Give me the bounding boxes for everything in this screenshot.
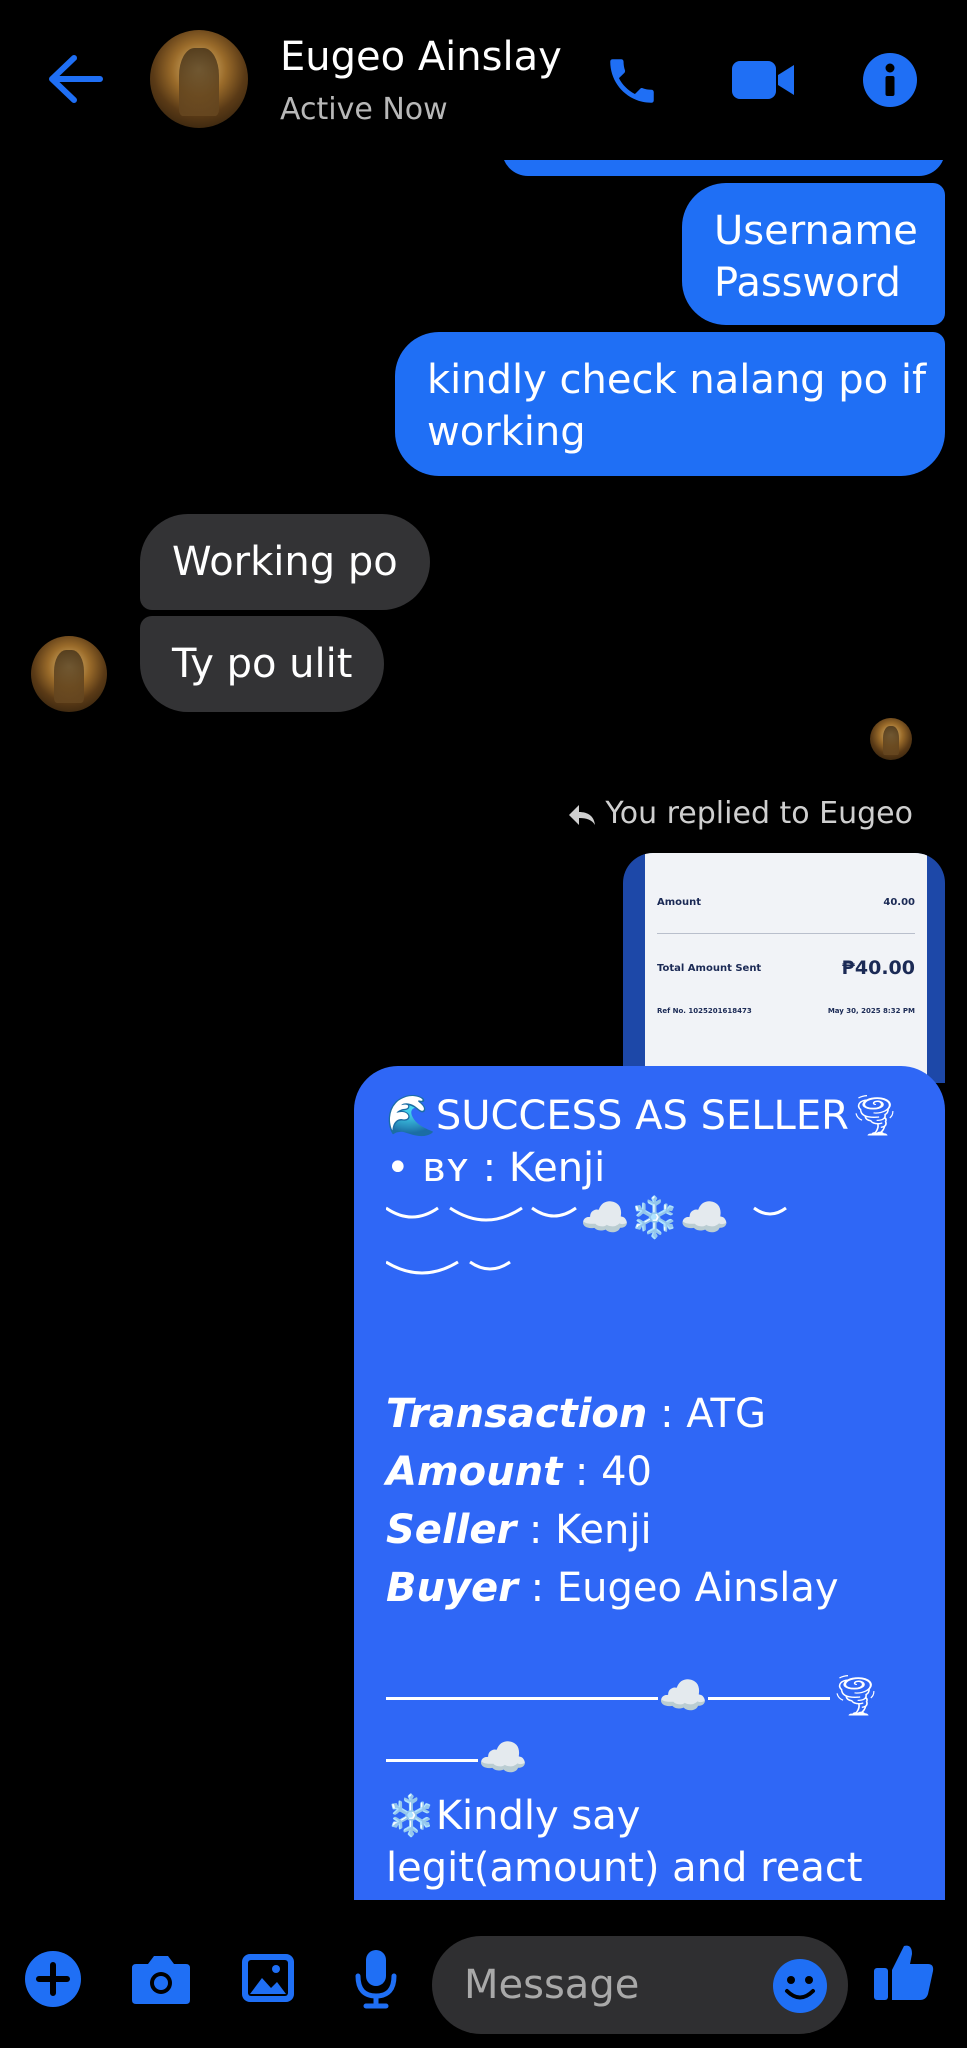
phone-icon [610,59,654,103]
message-text: Ty po ulit [172,641,353,687]
success-title-line: 🌊SUCCESS AS SELLER🌪 [386,1090,900,1142]
thumbs-up-icon [874,1945,934,2000]
message-text: Working po [172,539,398,585]
outgoing-message[interactable]: Username Password [682,183,945,325]
note-text-2: legit(amount) and react [386,1845,863,1891]
video-camera-icon [732,61,794,99]
transaction-label: Transaction [386,1391,648,1437]
message-composer: Message [0,1900,967,2048]
buyer-line: Buyer : Eugeo Ainslay [386,1562,839,1614]
buyer-label: Buyer [386,1565,518,1611]
info-icon [863,53,917,107]
buyer-value: : Eugeo Ainslay [517,1565,839,1611]
reply-indicator-text: You replied to Eugeo [605,796,913,831]
back-button[interactable] [44,52,106,106]
receipt-date: May 30, 2025 8:32 PM [827,1007,915,1015]
snowflake-emoji-icon: ❄️ [386,1793,436,1839]
seller-value: : Kenji [516,1507,652,1553]
receipt-amount-value: 40.00 [883,897,915,908]
video-call-button[interactable] [730,55,796,109]
incoming-message[interactable]: Ty po ulit [140,616,384,712]
active-status: Active Now [280,92,448,127]
message-line: working [427,409,586,455]
reply-indicator: You replied to Eugeo [567,796,913,831]
outgoing-message[interactable]: kindly check nalang po if working [395,332,945,476]
tornado-emoji-icon: 🌪 [848,1093,900,1139]
note-text-1: Kindly say [435,1793,641,1839]
by-line: • ʙʏ : Kenji [386,1142,605,1194]
by-value: Kenji [508,1145,606,1191]
receipt-ref: Ref No. 1025201618473 [657,1007,752,1015]
receipt-divider [657,933,915,934]
tornado-emoji-icon: 🌪 [829,1673,881,1719]
amount-label: Amount [386,1449,563,1495]
transaction-line: Transaction : ATG [386,1388,766,1440]
message-input[interactable]: Message [432,1936,848,2034]
message-placeholder: Message [464,1962,640,2008]
cloud-snow-decoration: ☁️❄️☁️ [580,1192,729,1244]
sender-avatar[interactable] [31,636,107,712]
gallery-button[interactable] [240,1952,296,2008]
divider-decoration-1: ☁️ 🌪 [386,1670,881,1722]
camera-icon [132,1956,190,2004]
incoming-message[interactable]: Working po [140,514,430,610]
success-title: SUCCESS AS SELLER [435,1093,849,1139]
amount-value: : 40 [562,1449,653,1495]
wave-emoji-icon: 🌊 [386,1093,436,1139]
outgoing-message-success-template[interactable]: 🌊SUCCESS AS SELLER🌪 • ʙʏ : Kenji ☁️❄️☁️ … [354,1066,945,1916]
snowflake-emoji-icon: ❄️ [629,1195,680,1241]
amount-line: Amount : 40 [386,1446,652,1498]
microphone-icon [355,1950,397,2009]
emoji-icon [773,1959,827,2013]
cloud-emoji-icon: ☁️ [679,1195,730,1241]
by-prefix: • ʙʏ : [386,1145,509,1191]
conversation-info-button[interactable] [862,52,918,112]
receipt-total-value: ₱40.00 [841,957,915,979]
receipt-total-label: Total Amount Sent [657,962,762,974]
like-button[interactable] [872,1940,936,2008]
emoji-button[interactable] [772,1958,828,2018]
chat-header: Eugeo Ainslay Active Now [0,0,967,160]
message-line: Password [714,260,901,306]
reply-arrow-icon [569,805,596,825]
receipt-amount-label: Amount [657,897,702,908]
message-line: kindly check nalang po if [427,357,927,403]
divider-decoration-2: ☁️ [386,1732,528,1784]
camera-button[interactable] [130,1952,192,2010]
seller-label: Seller [386,1507,517,1553]
cloud-emoji-icon: ☁️ [658,1673,708,1719]
message-line: Username [714,208,918,254]
arc-decoration-icon [385,1260,511,1275]
voice-call-button[interactable] [603,52,661,114]
replied-image-preview[interactable]: Amount 40.00 Total Amount Sent ₱40.00 Re… [623,853,945,1083]
cloud-emoji-icon: ☁️ [478,1735,528,1781]
add-button[interactable] [24,1950,82,2012]
note-line-1: ❄️Kindly say [386,1790,640,1842]
contact-name[interactable]: Eugeo Ainslay [280,34,562,80]
transaction-value: : ATG [647,1391,766,1437]
receipt-screenshot: Amount 40.00 Total Amount Sent ₱40.00 Re… [645,853,927,1083]
contact-avatar[interactable] [150,30,248,128]
gallery-icon [242,1954,294,2002]
seller-line: Seller : Kenji [386,1504,652,1556]
back-arrow-icon [49,55,103,103]
seen-receipt-avatar [870,718,912,760]
voice-message-button[interactable] [354,1948,398,2014]
plus-icon [25,1951,81,2007]
cloud-emoji-icon: ☁️ [580,1195,630,1241]
decoration-arcs-2 [385,1252,526,1305]
